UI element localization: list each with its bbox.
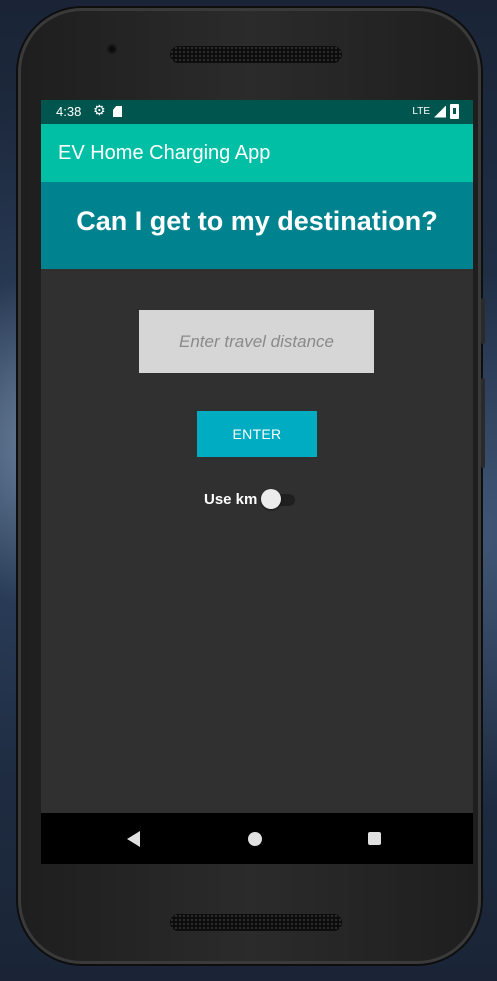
use-km-switch[interactable] bbox=[261, 488, 297, 510]
signal-icon bbox=[434, 105, 446, 118]
sd-card-icon bbox=[113, 106, 122, 117]
use-km-label: Use km bbox=[204, 490, 258, 508]
app-title: EV Home Charging App bbox=[58, 142, 271, 164]
volume-rocker bbox=[481, 378, 485, 468]
enter-button[interactable]: ENTER bbox=[197, 411, 317, 457]
status-indicators: LTE bbox=[412, 104, 459, 119]
recents-icon[interactable] bbox=[368, 832, 381, 845]
switch-thumb bbox=[261, 489, 282, 509]
destination-question: Can I get to my destination? bbox=[76, 206, 438, 236]
back-icon[interactable] bbox=[127, 831, 140, 847]
units-toggle-row: Use km bbox=[204, 488, 297, 510]
header-band: Can I get to my destination? bbox=[41, 182, 473, 269]
top-speaker-grille bbox=[170, 46, 342, 63]
settings-gear-icon: ⚙ bbox=[93, 103, 106, 119]
home-icon[interactable] bbox=[248, 832, 262, 846]
travel-distance-input[interactable] bbox=[139, 310, 374, 373]
status-bar: 4:38 ⚙ LTE bbox=[41, 100, 473, 124]
status-time: 4:38 bbox=[56, 104, 82, 119]
device-screen: 4:38 ⚙ LTE EV Home Charging App Can I ge… bbox=[41, 100, 473, 864]
app-bar: EV Home Charging App bbox=[41, 124, 473, 182]
bottom-speaker-grille bbox=[170, 914, 342, 931]
front-camera bbox=[107, 44, 117, 54]
power-button bbox=[481, 298, 485, 344]
navigation-bar bbox=[41, 813, 473, 864]
network-type: LTE bbox=[412, 106, 430, 117]
battery-icon bbox=[450, 104, 459, 119]
